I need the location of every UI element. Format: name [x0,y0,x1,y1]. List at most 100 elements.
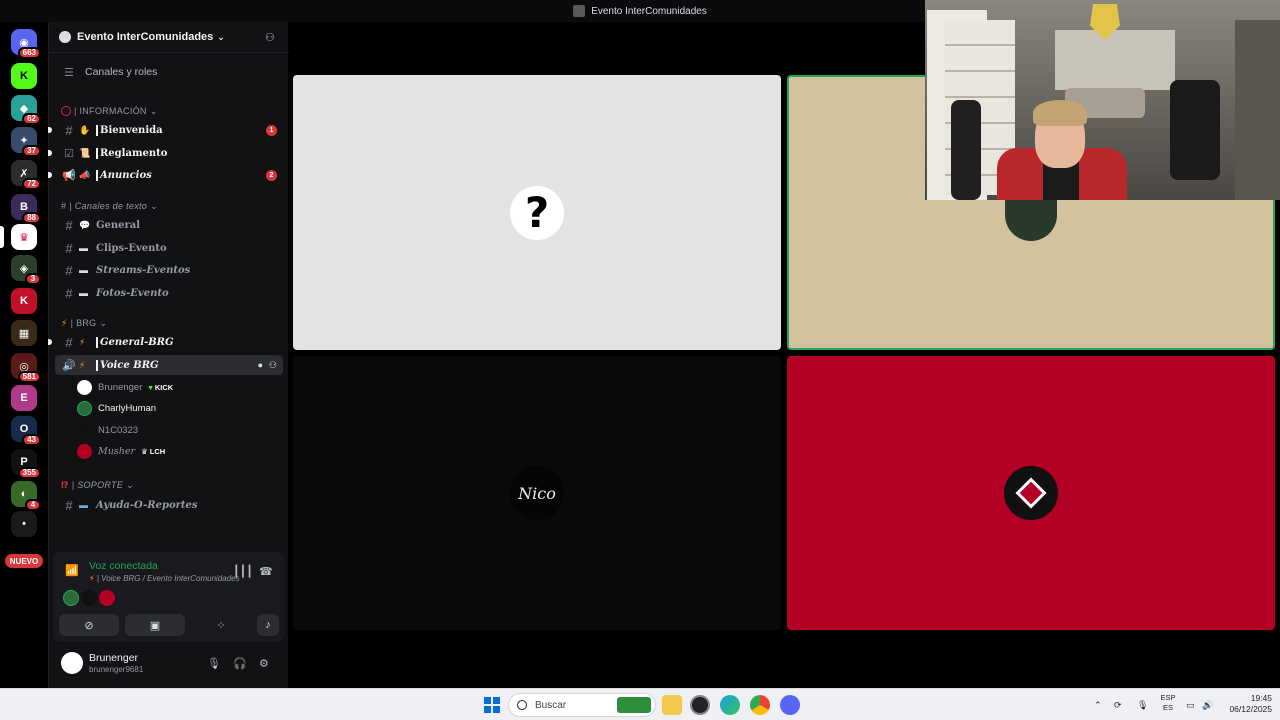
server-icon[interactable]: B 88 [11,194,41,224]
edge-icon[interactable] [720,695,740,715]
mention-count-badge: 4 [25,499,41,511]
start-button[interactable] [484,697,500,713]
lightning-icon: ⚡ [89,574,95,583]
server-icon[interactable]: O 43 [11,416,41,446]
window-title: Evento InterComunidades [591,5,707,17]
guild-header[interactable]: Evento InterComunidades ⌄ ⚇ [49,22,289,53]
server-icon[interactable]: ▦ [11,320,37,346]
category-soporte[interactable]: ⁉ | SOPORTE ⌄ [49,475,289,495]
voice-location[interactable]: ⚡ | Voice BRG / Evento InterComunidades [89,574,240,583]
volume-icon[interactable]: 🔊 [1202,689,1213,720]
channel-bienvenida[interactable]: # ✋ Bienvenida 1 [48,120,289,140]
flag-emoji-icon: ▬ [79,243,88,253]
taskbar-search[interactable]: Buscar [508,693,656,717]
channel-name: Bienvenida [96,124,163,136]
user-name[interactable]: Brunenger [89,652,138,664]
network-icon[interactable]: ▭ [1186,689,1195,720]
screen-share-button[interactable]: ▣ [125,614,185,636]
voice-member-charlyhuman[interactable]: CharlyHuman [77,398,156,418]
server-icon[interactable]: ♛ [0,224,37,250]
channel-anuncios[interactable]: 📢 📣 Anuncios 2 [48,165,289,185]
gear-icon[interactable]: ⚙ [259,657,269,670]
server-icon[interactable]: E [11,385,37,411]
server-avatar: • [11,511,37,537]
camera-off-button[interactable]: ⊘ [59,614,119,636]
windows-taskbar: Buscar ⌃ ⟳ 🎙 ESP ES ▭ 🔊 19:45 06/12/2025 [0,688,1280,720]
channel-streams-eventos[interactable]: # ▬ Streams-Eventos [49,260,289,280]
mention-count-badge: 62 [22,113,41,125]
add-user-icon[interactable]: ⚇ [269,360,277,371]
voice-member-n1c0323[interactable]: N1C0323 [77,420,138,440]
voice-member-musher[interactable]: Musher ♛ LCH [77,441,165,461]
new-badge[interactable]: NUEVO [5,554,43,568]
add-member-icon[interactable]: ⚇ [265,31,279,44]
server-icon[interactable]: ◆ 62 [11,95,41,125]
chair [1170,80,1220,180]
channel-general[interactable]: # 💬 General [49,215,289,235]
speaker-icon: 🔊 [62,359,76,372]
server-icon[interactable]: ◐ 4 [11,481,41,511]
microphone-tray-icon[interactable]: 🎙 [1137,689,1148,720]
video-tile-nico[interactable]: Nico [293,356,781,630]
noise-suppression-icon[interactable]: ┃┃┃ [233,565,253,578]
language-indicator[interactable]: ESP ES [1158,693,1178,713]
person-hair [1033,100,1087,126]
channel-general-brg[interactable]: # ⚡ General-BRG [48,332,289,352]
chrome-icon[interactable] [750,695,770,715]
charlyhuman-avatar [1005,197,1057,241]
channel-reglamento[interactable]: ☑ 📜 Reglamento [48,143,289,163]
channel-clips-evento[interactable]: # ▬ Clips-Evento [49,238,289,258]
exclamation-question-icon: ⁉ [61,479,69,490]
channel-fotos-evento[interactable]: # ▬ Fotos-Evento [49,283,289,303]
video-tile-musher[interactable] [787,356,1275,630]
participant-avatar[interactable] [99,590,115,606]
server-avatar: ♛ [11,224,37,250]
headphones-icon[interactable]: 🎧 [233,657,247,670]
server-icon[interactable]: K [11,288,37,314]
chat-bubble-icon[interactable]: ● [258,360,263,370]
signal-icon[interactable]: 📶 [65,564,79,577]
category-brg[interactable]: ⚡ | BRG ⌄ [49,313,289,333]
voice-location-label: | Voice BRG / Evento InterComunidades [96,574,240,583]
activities-button[interactable]: ⁘ [191,614,251,636]
disconnect-icon[interactable]: ☎ [259,565,273,578]
file-explorer-icon[interactable] [662,695,682,715]
voice-member-brunenger[interactable]: Brunenger ♥ KICK [77,377,173,397]
participant-avatar[interactable] [81,590,97,606]
category-canales-texto[interactable]: # | Canales de texto ⌄ [49,196,289,216]
server-icon[interactable]: ✗ 72 [11,160,41,190]
channel-voice-brg[interactable]: 🔊 ⚡ Voice BRG ● ⚇ [55,355,283,375]
server-icon[interactable]: K [11,63,37,89]
video-tile-unknown-user[interactable]: ? [293,75,781,350]
avatar [77,400,92,416]
member-name: CharlyHuman [98,402,157,414]
unread-indicator [48,172,52,178]
search-placeholder: Buscar [535,699,567,711]
camera-emoji-icon: ▬ [79,288,88,298]
screen-share-icon: ▣ [149,619,161,632]
voice-status[interactable]: Voz conectada [89,560,158,572]
chevron-down-icon: ⌄ [99,317,108,328]
soundboard-button[interactable]: ♪ [257,614,279,636]
clock[interactable]: 19:45 06/12/2025 [1222,693,1272,715]
category-informacion[interactable]: | INFORMACIÓN ⌄ [49,101,289,121]
server-icon[interactable]: ◎ 581 [11,353,41,383]
server-icon[interactable]: P 355 [11,449,41,479]
search-highlight-image [617,697,651,713]
show-hidden-icons-icon[interactable]: ⌃ [1094,689,1102,720]
microphone-icon[interactable]: 🎙 [207,657,221,670]
participant-avatar[interactable] [63,590,79,606]
sync-icon[interactable]: ⟳ [1114,689,1122,720]
mention-badge: 1 [266,124,277,136]
channel-ayuda-o-reportes[interactable]: # ▬ Ayuda-O-Reportes [49,495,289,515]
server-icon[interactable]: • [11,511,37,537]
channels-and-roles[interactable]: ☰ Canales y roles [49,62,289,82]
discord-icon[interactable] [780,695,800,715]
obs-icon[interactable] [690,695,710,715]
time: 19:45 [1250,693,1272,703]
server-icon[interactable]: ◉ 663 [11,29,41,59]
member-name: N1C0323 [98,424,139,436]
user-avatar[interactable] [61,652,83,674]
server-icon[interactable]: ✦ 37 [11,127,41,157]
server-icon[interactable]: ◈ 3 [11,255,41,285]
